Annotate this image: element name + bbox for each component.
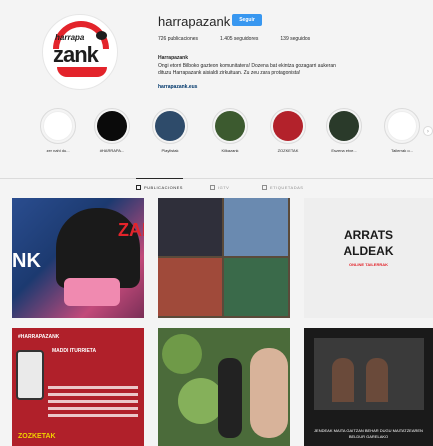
- highlight-ring: [152, 108, 188, 144]
- logo-small-text: harrapa: [55, 33, 85, 42]
- tab-tagged-label: ETIQUETADAS: [270, 185, 304, 190]
- logo-speech-bubble-icon: [96, 31, 107, 40]
- post-thumbnail[interactable]: ARRATS ALDEAK ONLINE TAILERRAK: [304, 198, 433, 318]
- bio-line-2: dituzu Harrapazank aisialdi zirkuituan. …: [158, 70, 301, 76]
- person-shape: [332, 358, 354, 402]
- highlight-ring: [270, 108, 306, 144]
- person-shape: [366, 358, 388, 402]
- tab-tagged[interactable]: ETIQUETADAS: [262, 185, 303, 190]
- highlight-item[interactable]: ZOZKETAK: [266, 108, 310, 153]
- grid-icon: [136, 185, 141, 190]
- mask-shape: [64, 278, 120, 306]
- video-tile: [158, 258, 222, 316]
- highlight-item[interactable]: zer nahi du...: [36, 108, 80, 153]
- highlight-item[interactable]: Eszena etxe...: [322, 108, 366, 153]
- highlight-cover: [273, 111, 303, 141]
- highlight-cover: [155, 111, 185, 141]
- post-hashtag: #HARRAPAZANK: [18, 334, 60, 340]
- post-title-line1: ARRATS: [343, 228, 394, 242]
- highlight-label: Playlistak: [161, 148, 179, 153]
- highlight-ring: [326, 108, 362, 144]
- highlight-label: Tailerrak o...: [391, 148, 413, 153]
- profile-tabs: PUBLICACIONES IGTV ETIQUETADAS: [0, 178, 433, 192]
- video-tile: [158, 198, 222, 256]
- highlight-label: #HARRAPA...: [99, 148, 125, 153]
- tab-posts-label: PUBLICACIONES: [144, 185, 183, 190]
- post-caption: JENDEAK MAITA GAITZAN BEHAR DUGU MAITATZ…: [314, 428, 423, 439]
- highlight-item[interactable]: #HARRAPA...: [90, 108, 134, 153]
- video-tile: [224, 198, 288, 256]
- chevron-right-icon[interactable]: ›: [423, 126, 433, 136]
- highlight-ring: [40, 108, 76, 144]
- highlight-cover: [215, 111, 245, 141]
- highlight-label: ZOZKETAK: [277, 148, 299, 153]
- person-shape: [250, 348, 288, 438]
- bio-name: Harrapazank: [158, 55, 189, 61]
- igtv-icon: [210, 185, 215, 190]
- follow-button[interactable]: Seguir: [232, 14, 262, 26]
- post-text: ZANK: [118, 220, 144, 240]
- post-text-lines: [48, 386, 138, 421]
- phone-icon: [16, 350, 44, 400]
- figure-shape: [218, 358, 242, 438]
- highlight-cover: [97, 111, 127, 141]
- post-thumbnail[interactable]: ZANK NK: [12, 198, 144, 318]
- highlight-item[interactable]: Kilkazank: [208, 108, 252, 153]
- post-thumbnail[interactable]: #HARRAPAZANK MADDI ITURRIETA ZOZKETAK: [12, 328, 144, 446]
- post-text: NK: [12, 250, 41, 272]
- post-thumbnail[interactable]: JENDEAK MAITA GAITZAN BEHAR DUGU MAITATZ…: [304, 328, 433, 446]
- profile-avatar[interactable]: harrapa zank: [42, 14, 118, 90]
- highlight-label: zer nahi du...: [46, 148, 70, 153]
- bio-line-1: Ongi etorri Bilboko gazteon komunitatera…: [158, 63, 336, 69]
- video-tile: [224, 258, 288, 316]
- logo-big-text: zank: [53, 42, 99, 67]
- highlight-ring: [94, 108, 130, 144]
- highlight-ring: [212, 108, 248, 144]
- story-highlights: zer nahi du... #HARRAPA... Playlistak Ki…: [0, 108, 433, 160]
- highlight-item[interactable]: Tailerrak o...: [380, 108, 424, 153]
- highlight-ring: [384, 108, 420, 144]
- highlight-cover: [43, 111, 73, 141]
- highlight-cover: [387, 111, 417, 141]
- highlight-item[interactable]: Playlistak: [148, 108, 192, 153]
- posts-count[interactable]: 726 publicaciones: [158, 36, 198, 42]
- post-subtitle: ONLINE TAILERRAK: [348, 262, 389, 267]
- profile-header: harrapa zank harrapazank Seguir 726 publ…: [0, 0, 433, 104]
- following-count[interactable]: 139 seguidos: [280, 36, 310, 42]
- profile-username: harrapazank: [158, 14, 231, 29]
- leaf-shape: [162, 334, 202, 374]
- profile-stats: 726 publicaciones 1.405 seguidores 139 s…: [158, 36, 310, 42]
- bio-website-link[interactable]: harrapazank.eus: [158, 84, 197, 90]
- highlight-label: Eszena etxe...: [331, 148, 357, 153]
- bio-text: Ongi etorri Bilboko gazteon komunitatera…: [158, 63, 428, 77]
- tab-posts[interactable]: PUBLICACIONES: [136, 178, 183, 190]
- highlight-cover: [329, 111, 359, 141]
- logo-swoosh-bottom: [57, 67, 107, 77]
- post-thumbnail[interactable]: [158, 198, 290, 318]
- highlight-label: Kilkazank: [221, 148, 239, 153]
- post-thumbnail[interactable]: [158, 328, 290, 446]
- tab-igtv[interactable]: IGTV: [210, 185, 229, 190]
- post-footer: ZOZKETAK: [18, 433, 56, 440]
- tag-icon: [262, 185, 267, 190]
- post-title-line2: ALDEAK: [343, 244, 394, 258]
- post-subtitle: MADDI ITURRIETA: [52, 348, 97, 354]
- followers-count[interactable]: 1.405 seguidores: [220, 36, 258, 42]
- tab-igtv-label: IGTV: [218, 185, 230, 190]
